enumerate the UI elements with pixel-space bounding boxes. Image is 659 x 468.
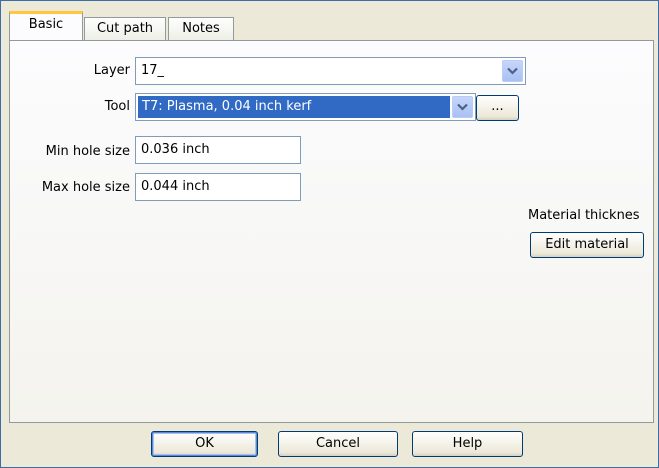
tab-cut-path[interactable]: Cut path bbox=[84, 17, 166, 41]
dialog-window: Basic Cut path Notes Layer 17_ Tool T7: … bbox=[0, 0, 659, 468]
min-hole-size-value: 0.036 inch bbox=[141, 142, 210, 157]
min-hole-size-label: Min hole size bbox=[45, 144, 130, 159]
chevron-down-icon bbox=[457, 103, 468, 111]
material-thickness-label: Material thicknes bbox=[528, 208, 640, 223]
tool-label: Tool bbox=[104, 99, 130, 114]
tab-basic[interactable]: Basic bbox=[9, 11, 83, 40]
min-hole-size-input[interactable]: 0.036 inch bbox=[135, 136, 301, 164]
max-hole-size-value: 0.044 inch bbox=[141, 179, 210, 194]
basic-tab-panel: Layer 17_ Tool T7: Plasma, 0.04 inch ker… bbox=[9, 40, 654, 423]
cancel-button[interactable]: Cancel bbox=[278, 431, 398, 457]
chevron-down-icon bbox=[507, 67, 518, 75]
help-button[interactable]: Help bbox=[412, 431, 523, 457]
tab-strip: Basic Cut path Notes bbox=[1, 1, 658, 42]
ok-button[interactable]: OK bbox=[151, 431, 258, 457]
max-hole-size-input[interactable]: 0.044 inch bbox=[135, 173, 301, 201]
tool-browse-button[interactable]: ... bbox=[476, 95, 519, 121]
layer-value: 17_ bbox=[141, 63, 165, 78]
layer-label: Layer bbox=[93, 63, 130, 78]
tab-notes[interactable]: Notes bbox=[168, 17, 234, 41]
layer-dropdown[interactable]: 17_ bbox=[135, 57, 526, 85]
layer-dropdown-button[interactable] bbox=[502, 60, 523, 82]
edit-material-button[interactable]: Edit material bbox=[530, 232, 644, 258]
button-bar: OK Cancel Help bbox=[1, 423, 658, 467]
max-hole-size-label: Max hole size bbox=[41, 180, 130, 195]
tool-dropdown[interactable]: T7: Plasma, 0.04 inch kerf bbox=[135, 93, 476, 121]
tool-value: T7: Plasma, 0.04 inch kerf bbox=[138, 96, 450, 118]
tool-dropdown-button[interactable] bbox=[452, 96, 473, 118]
